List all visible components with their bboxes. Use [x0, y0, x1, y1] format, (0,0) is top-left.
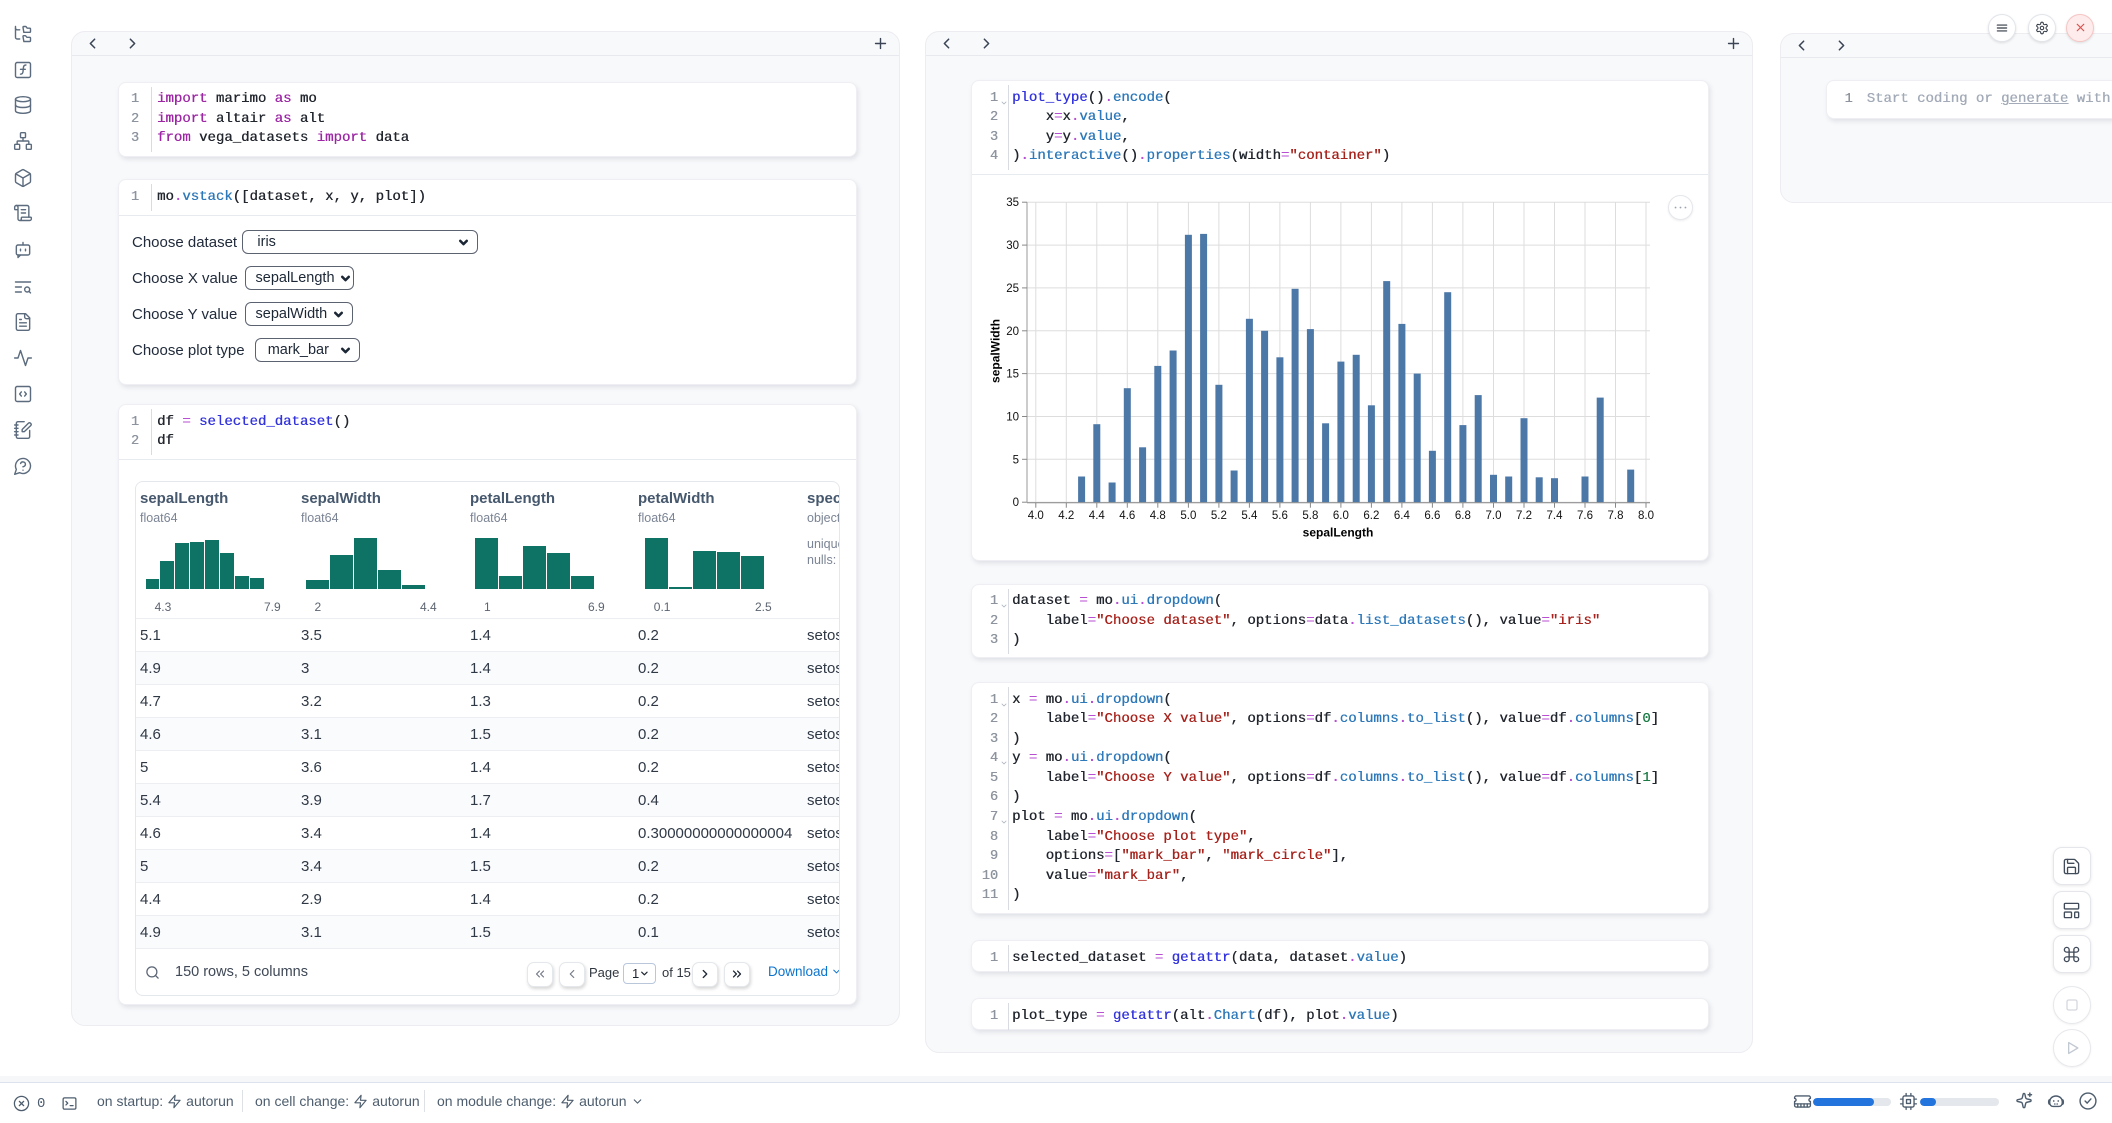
svg-text:6.6: 6.6	[1424, 510, 1440, 522]
svg-text:5.6: 5.6	[1272, 510, 1288, 522]
svg-text:6.4: 6.4	[1394, 510, 1411, 522]
svg-text:4.6: 4.6	[1119, 510, 1135, 522]
svg-text:8.0: 8.0	[1638, 510, 1654, 522]
svg-text:25: 25	[1006, 283, 1019, 295]
svg-text:35: 35	[1006, 197, 1019, 209]
svg-text:4.0: 4.0	[1028, 510, 1044, 522]
svg-text:7.0: 7.0	[1486, 510, 1502, 522]
svg-text:6.8: 6.8	[1455, 510, 1471, 522]
svg-text:5.2: 5.2	[1211, 510, 1227, 522]
svg-text:20: 20	[1006, 326, 1019, 338]
svg-text:6.0: 6.0	[1333, 510, 1349, 522]
svg-text:7.4: 7.4	[1547, 510, 1564, 522]
svg-text:5.0: 5.0	[1180, 510, 1196, 522]
svg-text:4.8: 4.8	[1150, 510, 1166, 522]
svg-text:5.8: 5.8	[1302, 510, 1318, 522]
svg-text:sepalLength: sepalLength	[1303, 526, 1374, 540]
svg-text:15: 15	[1006, 369, 1019, 381]
svg-text:7.6: 7.6	[1577, 510, 1593, 522]
svg-text:30: 30	[1006, 240, 1019, 252]
svg-text:10: 10	[1006, 412, 1019, 424]
svg-text:6.2: 6.2	[1363, 510, 1379, 522]
svg-text:7.2: 7.2	[1516, 510, 1532, 522]
svg-text:4.2: 4.2	[1058, 510, 1074, 522]
svg-text:0: 0	[1013, 497, 1019, 509]
svg-text:5.4: 5.4	[1241, 510, 1258, 522]
svg-text:4.4: 4.4	[1089, 510, 1106, 522]
svg-text:5: 5	[1013, 454, 1019, 466]
svg-text:sepalWidth: sepalWidth	[989, 319, 1003, 383]
svg-text:7.8: 7.8	[1608, 510, 1624, 522]
